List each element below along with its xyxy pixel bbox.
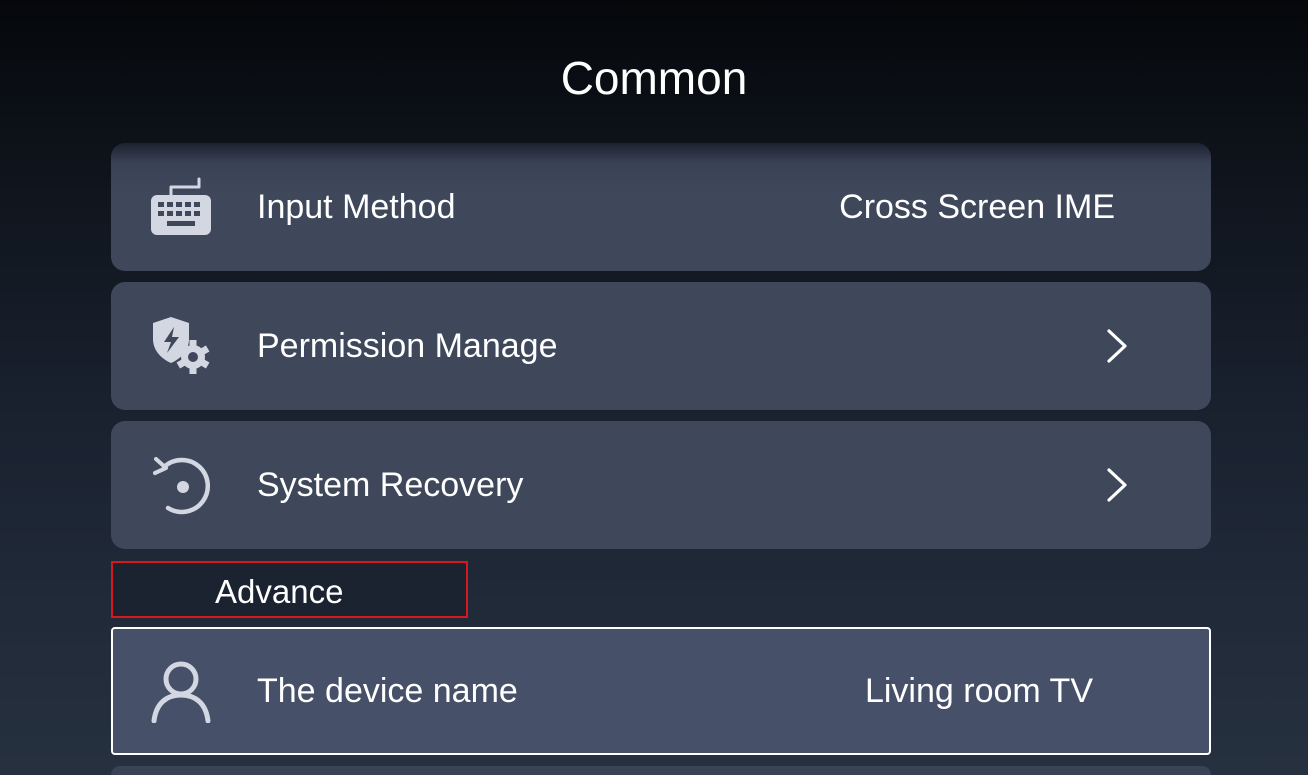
- system-recovery-row[interactable]: System Recovery: [111, 421, 1211, 549]
- device-name-label: The device name: [257, 672, 518, 710]
- page-title: Common: [560, 52, 748, 104]
- shield-gear-icon: [147, 314, 215, 378]
- next-setting-row[interactable]: [111, 766, 1211, 775]
- chevron-right-icon: [1107, 468, 1127, 502]
- user-icon: [147, 659, 215, 723]
- permission-manage-row[interactable]: Permission Manage: [111, 282, 1211, 410]
- advance-section-label: Advance: [215, 573, 344, 610]
- input-method-label: Input Method: [257, 188, 456, 226]
- advance-section-header: Advance: [111, 561, 468, 618]
- device-name-row[interactable]: The device name Living room TV: [111, 627, 1211, 755]
- input-method-row[interactable]: Input Method Cross Screen IME: [111, 143, 1211, 271]
- keyboard-icon: [147, 175, 215, 239]
- system-recovery-label: System Recovery: [257, 466, 524, 504]
- device-name-value: Living room TV: [864, 672, 1093, 710]
- recovery-icon: [147, 453, 215, 517]
- permission-manage-label: Permission Manage: [257, 327, 558, 365]
- input-method-value: Cross Screen IME: [839, 188, 1115, 226]
- chevron-right-icon: [1107, 329, 1127, 363]
